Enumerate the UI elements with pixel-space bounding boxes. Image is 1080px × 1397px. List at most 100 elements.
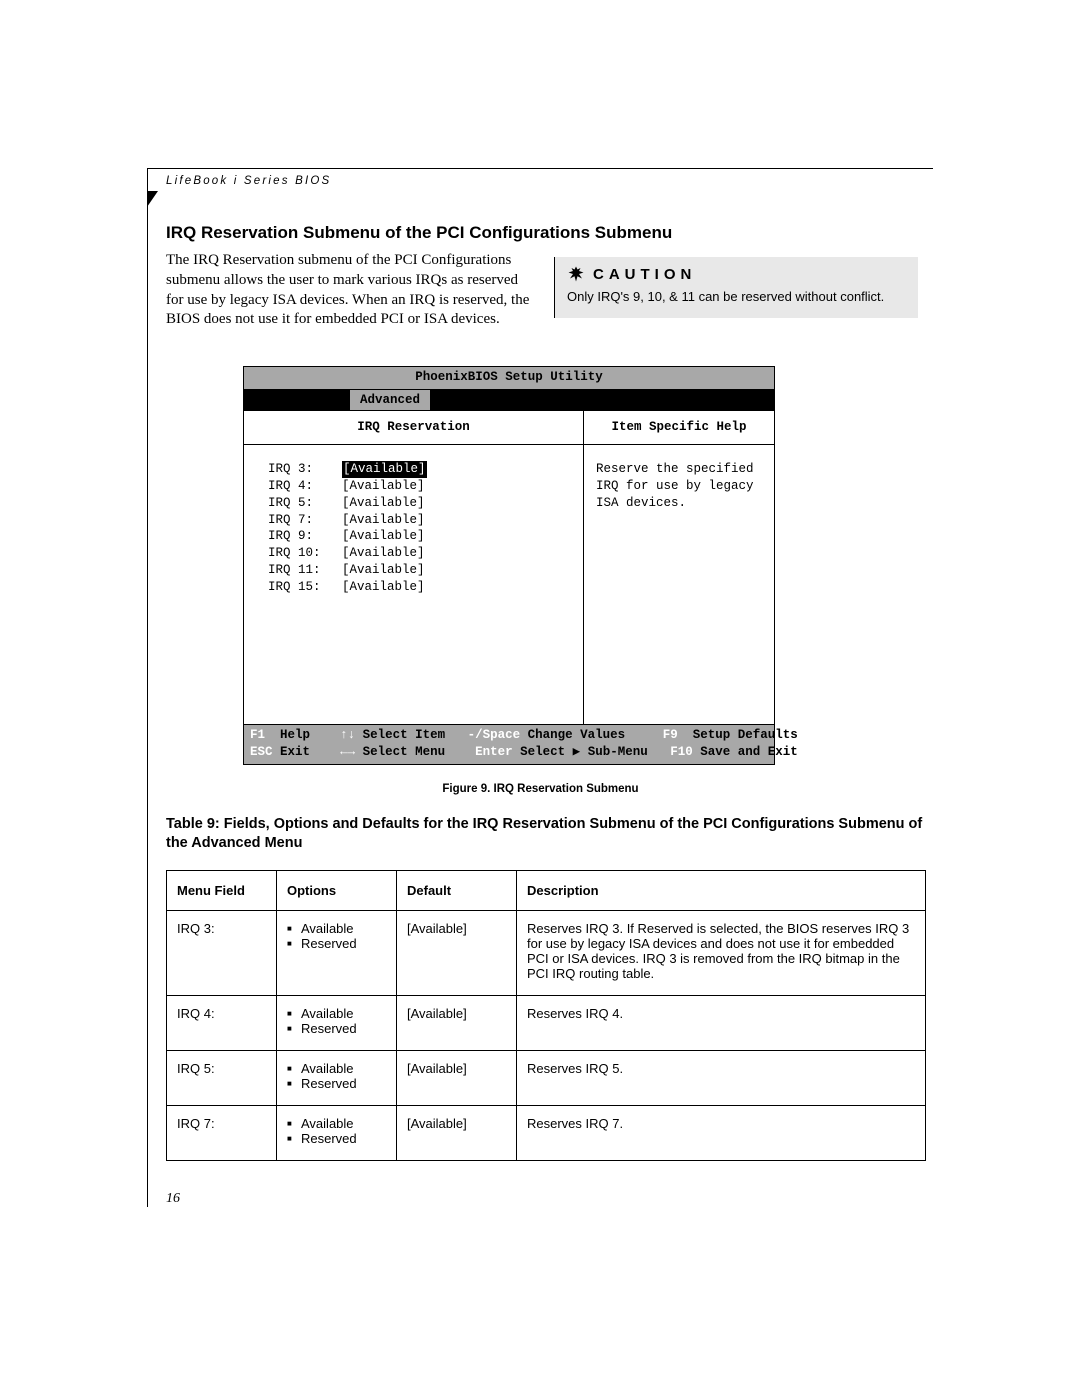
td-default: [Available] bbox=[397, 995, 517, 1050]
bios-irq-row: IRQ 5:[Available] bbox=[268, 495, 583, 512]
caution-box: CAUTION Only IRQ's 9, 10, & 11 can be re… bbox=[554, 257, 918, 318]
caution-label: CAUTION bbox=[593, 266, 696, 283]
th-default: Default bbox=[397, 870, 517, 910]
section-title: IRQ Reservation Submenu of the PCI Confi… bbox=[148, 223, 933, 243]
intro-paragraph: The IRQ Reservation submenu of the PCI C… bbox=[166, 251, 530, 330]
key-f10: F10 bbox=[670, 745, 693, 759]
key-enter-label: Select ▶ Sub-Menu bbox=[520, 745, 648, 759]
th-description: Description bbox=[517, 870, 926, 910]
option-item: Available bbox=[287, 1061, 386, 1076]
running-header: LifeBook i Series BIOS bbox=[148, 175, 933, 187]
td-menu-field: IRQ 3: bbox=[167, 910, 277, 995]
bios-screenshot: PhoenixBIOS Setup Utility Advanced IRQ R… bbox=[243, 366, 775, 765]
bios-irq-label: IRQ 4: bbox=[268, 478, 342, 495]
key-f1-label: Help bbox=[280, 728, 310, 742]
key-minus-space-label: Change Values bbox=[528, 728, 626, 742]
th-menu-field: Menu Field bbox=[167, 870, 277, 910]
bios-right-header: Item Specific Help bbox=[584, 411, 774, 445]
bios-irq-row: IRQ 9:[Available] bbox=[268, 528, 583, 545]
td-menu-field: IRQ 5: bbox=[167, 1050, 277, 1105]
table-row: IRQ 4:AvailableReserved[Available]Reserv… bbox=[167, 995, 926, 1050]
bios-footer: F1 Help ↑↓ Select Item -/Space Change Va… bbox=[244, 724, 774, 764]
option-item: Available bbox=[287, 921, 386, 936]
bios-irq-label: IRQ 5: bbox=[268, 495, 342, 512]
td-default: [Available] bbox=[397, 1105, 517, 1160]
caution-header: CAUTION bbox=[567, 265, 906, 283]
page-marker bbox=[147, 191, 158, 207]
option-item: Reserved bbox=[287, 1131, 386, 1146]
caution-text: Only IRQ's 9, 10, & 11 can be reserved w… bbox=[567, 289, 906, 304]
option-item: Available bbox=[287, 1116, 386, 1131]
key-minus-space: -/Space bbox=[468, 728, 521, 742]
page-number: 16 bbox=[148, 1191, 933, 1207]
bios-left-header: IRQ Reservation bbox=[244, 411, 583, 445]
td-description: Reserves IRQ 4. bbox=[517, 995, 926, 1050]
bios-irq-value: [Available] bbox=[342, 545, 425, 562]
key-esc: ESC bbox=[250, 745, 273, 759]
td-default: [Available] bbox=[397, 910, 517, 995]
intro-columns: The IRQ Reservation submenu of the PCI C… bbox=[148, 251, 933, 330]
key-arrows-v-label: Select Item bbox=[363, 728, 446, 742]
td-options: AvailableReserved bbox=[277, 1105, 397, 1160]
bios-left-pane: IRQ Reservation IRQ 3:[Available]IRQ 4:[… bbox=[244, 411, 584, 724]
bios-irq-row: IRQ 3:[Available] bbox=[268, 461, 583, 478]
table-row: IRQ 5:AvailableReserved[Available]Reserv… bbox=[167, 1050, 926, 1105]
bios-irq-value: [Available] bbox=[342, 461, 427, 478]
key-arrows-h: ←→ bbox=[340, 745, 355, 759]
td-description: Reserves IRQ 7. bbox=[517, 1105, 926, 1160]
bios-tab-advanced: Advanced bbox=[350, 390, 430, 410]
bios-irq-row: IRQ 7:[Available] bbox=[268, 512, 583, 529]
caution-wrap: CAUTION Only IRQ's 9, 10, & 11 can be re… bbox=[554, 251, 918, 330]
table-title: Table 9: Fields, Options and Defaults fo… bbox=[148, 815, 933, 854]
document-page: LifeBook i Series BIOS IRQ Reservation S… bbox=[147, 168, 933, 1207]
figure-caption: Figure 9. IRQ Reservation Submenu bbox=[148, 783, 933, 795]
key-esc-label: Exit bbox=[280, 745, 310, 759]
key-f1: F1 bbox=[250, 728, 265, 742]
key-arrows-v: ↑↓ bbox=[340, 728, 355, 742]
caution-icon bbox=[567, 265, 585, 283]
key-f10-label: Save and Exit bbox=[700, 745, 798, 759]
bios-irq-label: IRQ 3: bbox=[268, 461, 342, 478]
options-table: Menu Field Options Default Description I… bbox=[166, 870, 926, 1161]
key-f9: F9 bbox=[663, 728, 678, 742]
bios-irq-value: [Available] bbox=[342, 562, 425, 579]
bios-irq-row: IRQ 10:[Available] bbox=[268, 545, 583, 562]
bios-irq-value: [Available] bbox=[342, 495, 425, 512]
bios-irq-value: [Available] bbox=[342, 528, 425, 545]
bios-irq-list: IRQ 3:[Available]IRQ 4:[Available]IRQ 5:… bbox=[244, 445, 583, 596]
bios-body: IRQ Reservation IRQ 3:[Available]IRQ 4:[… bbox=[244, 410, 774, 724]
td-menu-field: IRQ 4: bbox=[167, 995, 277, 1050]
bios-irq-row: IRQ 15:[Available] bbox=[268, 579, 583, 596]
td-options: AvailableReserved bbox=[277, 1050, 397, 1105]
bios-irq-label: IRQ 10: bbox=[268, 545, 342, 562]
bios-irq-label: IRQ 15: bbox=[268, 579, 342, 596]
bios-title: PhoenixBIOS Setup Utility bbox=[244, 367, 774, 390]
td-menu-field: IRQ 7: bbox=[167, 1105, 277, 1160]
table-header-row: Menu Field Options Default Description bbox=[167, 870, 926, 910]
bios-irq-row: IRQ 11:[Available] bbox=[268, 562, 583, 579]
option-item: Reserved bbox=[287, 936, 386, 951]
bios-irq-label: IRQ 9: bbox=[268, 528, 342, 545]
bios-irq-value: [Available] bbox=[342, 579, 425, 596]
bios-irq-label: IRQ 7: bbox=[268, 512, 342, 529]
key-arrows-h-label: Select Menu bbox=[363, 745, 446, 759]
option-item: Available bbox=[287, 1006, 386, 1021]
option-item: Reserved bbox=[287, 1076, 386, 1091]
bios-help-text: Reserve the specified IRQ for use by leg… bbox=[584, 445, 774, 512]
bios-irq-row: IRQ 4:[Available] bbox=[268, 478, 583, 495]
table-row: IRQ 3:AvailableReserved[Available]Reserv… bbox=[167, 910, 926, 995]
bios-irq-value: [Available] bbox=[342, 512, 425, 529]
bios-right-pane: Item Specific Help Reserve the specified… bbox=[584, 411, 774, 724]
td-description: Reserves IRQ 3. If Reserved is selected,… bbox=[517, 910, 926, 995]
key-enter: Enter bbox=[475, 745, 513, 759]
td-options: AvailableReserved bbox=[277, 910, 397, 995]
th-options: Options bbox=[277, 870, 397, 910]
td-options: AvailableReserved bbox=[277, 995, 397, 1050]
option-item: Reserved bbox=[287, 1021, 386, 1036]
bios-irq-value: [Available] bbox=[342, 478, 425, 495]
key-f9-label: Setup Defaults bbox=[693, 728, 798, 742]
table-row: IRQ 7:AvailableReserved[Available]Reserv… bbox=[167, 1105, 926, 1160]
td-default: [Available] bbox=[397, 1050, 517, 1105]
td-description: Reserves IRQ 5. bbox=[517, 1050, 926, 1105]
bios-tab-bar: Advanced bbox=[244, 390, 774, 410]
